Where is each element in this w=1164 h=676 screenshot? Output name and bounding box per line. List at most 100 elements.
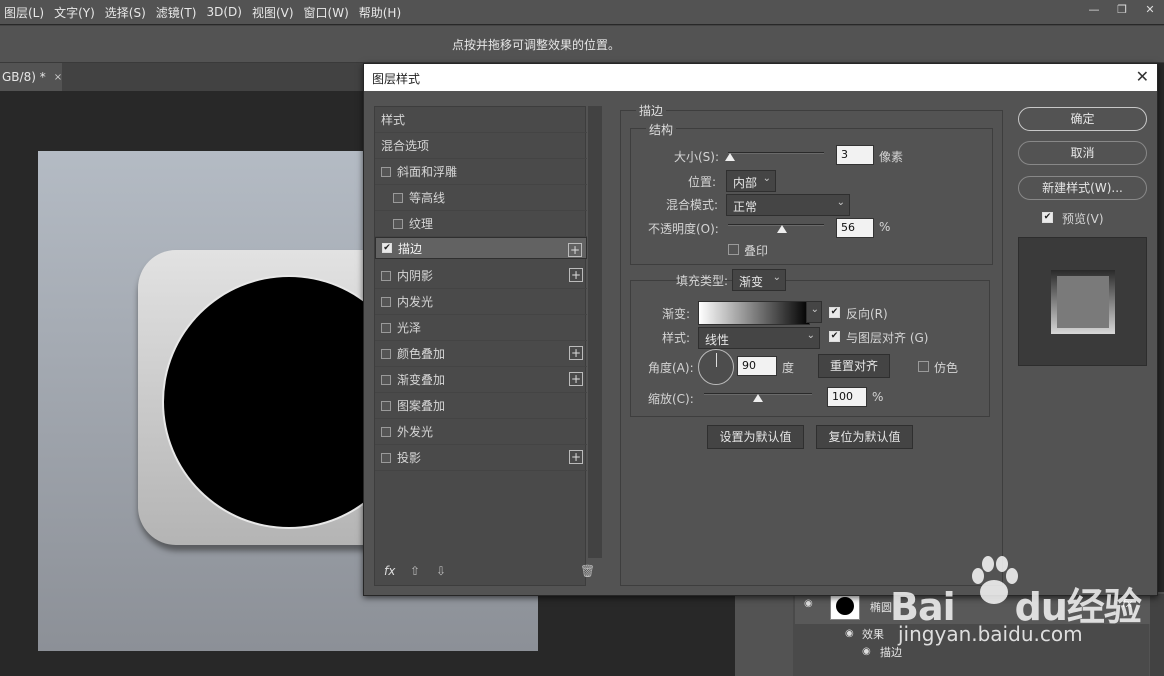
style-item-label: 颜色叠加 bbox=[397, 347, 446, 361]
style-item[interactable]: 混合选项 bbox=[375, 133, 587, 159]
move-up-icon[interactable]: ⇧ bbox=[410, 564, 420, 578]
reset-alignment-button[interactable]: 重置对齐 bbox=[818, 354, 890, 378]
layer-fx-icon[interactable]: fx bbox=[1122, 597, 1132, 610]
size-label: 大小(S): bbox=[674, 150, 720, 164]
menu-item[interactable]: 窗口(W) bbox=[300, 4, 355, 21]
style-item-checkbox[interactable] bbox=[393, 218, 403, 229]
trash-icon[interactable]: 🗑 bbox=[580, 564, 595, 578]
style-item[interactable]: ✔ 描边 + bbox=[375, 237, 587, 259]
align-with-layer-checkbox[interactable]: ✔ bbox=[829, 331, 840, 342]
angle-dial[interactable] bbox=[698, 349, 734, 385]
fill-type-value: 渐变 bbox=[739, 275, 764, 289]
ok-button[interactable]: 确定 bbox=[1018, 107, 1147, 131]
scale-slider-knob[interactable] bbox=[753, 394, 763, 402]
style-item[interactable]: 纹理 bbox=[375, 211, 587, 237]
opacity-input[interactable]: 56 bbox=[836, 218, 874, 238]
style-item-label: 斜面和浮雕 bbox=[397, 165, 458, 179]
style-item-checkbox[interactable] bbox=[381, 166, 391, 177]
style-item[interactable]: 内发光 bbox=[375, 289, 587, 315]
style-item-checkbox[interactable] bbox=[381, 296, 391, 307]
style-item-checkbox[interactable] bbox=[381, 374, 391, 385]
style-item[interactable]: 光泽 bbox=[375, 315, 587, 341]
scale-unit: % bbox=[872, 390, 884, 404]
document-tab[interactable]: GB/8) * × bbox=[0, 63, 62, 91]
style-item-checkbox[interactable] bbox=[381, 270, 391, 281]
menu-item[interactable]: 图层(L) bbox=[0, 4, 50, 21]
style-item[interactable]: 等高线 bbox=[375, 185, 587, 211]
overprint-checkbox[interactable] bbox=[728, 244, 739, 255]
add-effect-icon[interactable]: + bbox=[569, 346, 583, 360]
opacity-slider-knob[interactable] bbox=[777, 225, 787, 233]
add-effect-icon[interactable]: + bbox=[568, 243, 582, 257]
gradient-picker[interactable] bbox=[698, 301, 810, 325]
add-effect-icon[interactable]: + bbox=[569, 268, 583, 282]
style-item[interactable]: 投影 + bbox=[375, 445, 587, 471]
opacity-label: 不透明度(O): bbox=[648, 222, 719, 236]
style-item[interactable]: 内阴影 + bbox=[375, 263, 587, 289]
opacity-slider[interactable] bbox=[728, 224, 824, 226]
fill-type-label: 填充类型: bbox=[676, 274, 729, 288]
layers-scrollbar[interactable] bbox=[1150, 594, 1164, 676]
move-down-icon[interactable]: ⇩ bbox=[436, 564, 446, 578]
add-effect-icon[interactable]: + bbox=[569, 450, 583, 464]
stroke-effect-eye-icon[interactable]: ◉ bbox=[862, 646, 871, 657]
blend-mode-select[interactable]: 正常 ⌄ bbox=[726, 194, 850, 216]
size-slider-knob[interactable] bbox=[725, 153, 735, 161]
angle-input[interactable]: 90 bbox=[737, 356, 777, 376]
restore-button[interactable]: ❐ bbox=[1108, 0, 1136, 18]
close-tab-icon[interactable]: × bbox=[54, 72, 62, 83]
menu-item[interactable]: 3D(D) bbox=[202, 5, 247, 19]
style-item-label: 混合选项 bbox=[381, 139, 430, 153]
style-item[interactable]: 图案叠加 bbox=[375, 393, 587, 419]
style-item-label: 图案叠加 bbox=[397, 399, 446, 413]
scale-input[interactable]: 100 bbox=[827, 387, 867, 407]
style-item-label: 外发光 bbox=[397, 425, 434, 439]
layer-name[interactable]: 椭圆 bbox=[870, 599, 892, 615]
style-item[interactable]: 样式 bbox=[375, 107, 587, 133]
style-item-checkbox[interactable] bbox=[381, 348, 391, 359]
gradient-dropdown[interactable]: ⌄ bbox=[806, 301, 822, 323]
size-unit: 像素 bbox=[879, 150, 904, 164]
add-effect-icon[interactable]: + bbox=[569, 372, 583, 386]
styles-list-scrollbar[interactable] bbox=[588, 106, 602, 558]
style-item[interactable]: 渐变叠加 + bbox=[375, 367, 587, 393]
menu-item[interactable]: 滤镜(T) bbox=[152, 4, 203, 21]
styles-footer: fx ⇧ ⇩ 🗑 bbox=[374, 560, 602, 586]
reverse-checkbox[interactable]: ✔ bbox=[829, 307, 840, 318]
close-window-button[interactable]: ✕ bbox=[1136, 0, 1164, 18]
eye-icon[interactable]: ◉ bbox=[804, 598, 813, 609]
preview-checkbox[interactable]: ✔ bbox=[1042, 212, 1053, 223]
size-slider[interactable] bbox=[728, 152, 824, 154]
style-item-checkbox[interactable] bbox=[381, 426, 391, 437]
set-default-button[interactable]: 设置为默认值 bbox=[707, 425, 804, 449]
style-item-checkbox[interactable] bbox=[381, 322, 391, 333]
dialog-close-icon[interactable]: ✕ bbox=[1136, 67, 1149, 86]
new-style-button[interactable]: 新建样式(W)... bbox=[1018, 176, 1147, 200]
effects-eye-icon[interactable]: ◉ bbox=[845, 628, 854, 639]
gradient-style-select[interactable]: 线性 ⌄ bbox=[698, 327, 820, 349]
style-item-checkbox[interactable]: ✔ bbox=[382, 243, 392, 253]
angle-label: 角度(A): bbox=[648, 361, 694, 375]
menu-item[interactable]: 文字(Y) bbox=[50, 4, 101, 21]
position-select-value: 内部 bbox=[733, 176, 758, 190]
menu-item[interactable]: 帮助(H) bbox=[355, 4, 407, 21]
style-item-label: 纹理 bbox=[409, 217, 434, 231]
minimize-button[interactable]: — bbox=[1080, 0, 1108, 18]
reset-default-button[interactable]: 复位为默认值 bbox=[816, 425, 913, 449]
style-item-checkbox[interactable] bbox=[381, 452, 391, 463]
menu-item[interactable]: 选择(S) bbox=[101, 4, 152, 21]
style-item-label: 等高线 bbox=[409, 191, 446, 205]
cancel-button[interactable]: 取消 bbox=[1018, 141, 1147, 165]
style-item[interactable]: 颜色叠加 + bbox=[375, 341, 587, 367]
style-item[interactable]: 斜面和浮雕 bbox=[375, 159, 587, 185]
fx-icon[interactable]: fx bbox=[384, 564, 395, 578]
window-controls: — ❐ ✕ bbox=[1080, 0, 1164, 20]
fill-type-select[interactable]: 渐变 ⌄ bbox=[732, 269, 786, 291]
position-select[interactable]: 内部 ⌄ bbox=[726, 170, 776, 192]
style-item[interactable]: 外发光 bbox=[375, 419, 587, 445]
dither-checkbox[interactable] bbox=[918, 361, 929, 372]
style-item-checkbox[interactable] bbox=[393, 192, 403, 203]
menu-item[interactable]: 视图(V) bbox=[248, 4, 300, 21]
style-item-checkbox[interactable] bbox=[381, 400, 391, 411]
size-input[interactable]: 3 bbox=[836, 145, 874, 165]
